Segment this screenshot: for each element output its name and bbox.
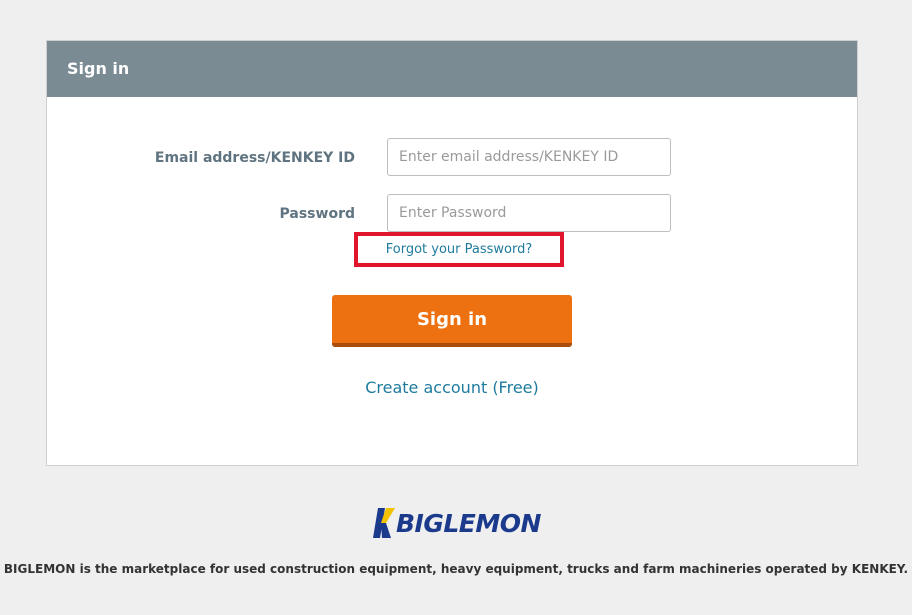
forgot-password-highlight: Forgot your Password? — [354, 232, 564, 267]
signin-panel: Sign in Email address/KENKEY ID Password… — [46, 40, 858, 466]
signin-button[interactable]: Sign in — [332, 295, 572, 347]
forgot-password-link[interactable]: Forgot your Password? — [386, 242, 533, 257]
create-account-link[interactable]: Create account (Free) — [47, 378, 857, 397]
biglemon-k-mark-icon — [373, 508, 395, 538]
biglemon-logo-text: BIGLEMON — [396, 508, 541, 538]
email-field[interactable] — [387, 138, 671, 176]
email-label: Email address/KENKEY ID — [154, 150, 355, 166]
footer-description: BIGLEMON is the marketplace for used con… — [3, 562, 909, 576]
panel-title: Sign in — [47, 41, 857, 97]
password-label: Password — [279, 206, 355, 222]
biglemon-logo: BIGLEMON — [372, 506, 541, 540]
password-field[interactable] — [387, 194, 671, 232]
